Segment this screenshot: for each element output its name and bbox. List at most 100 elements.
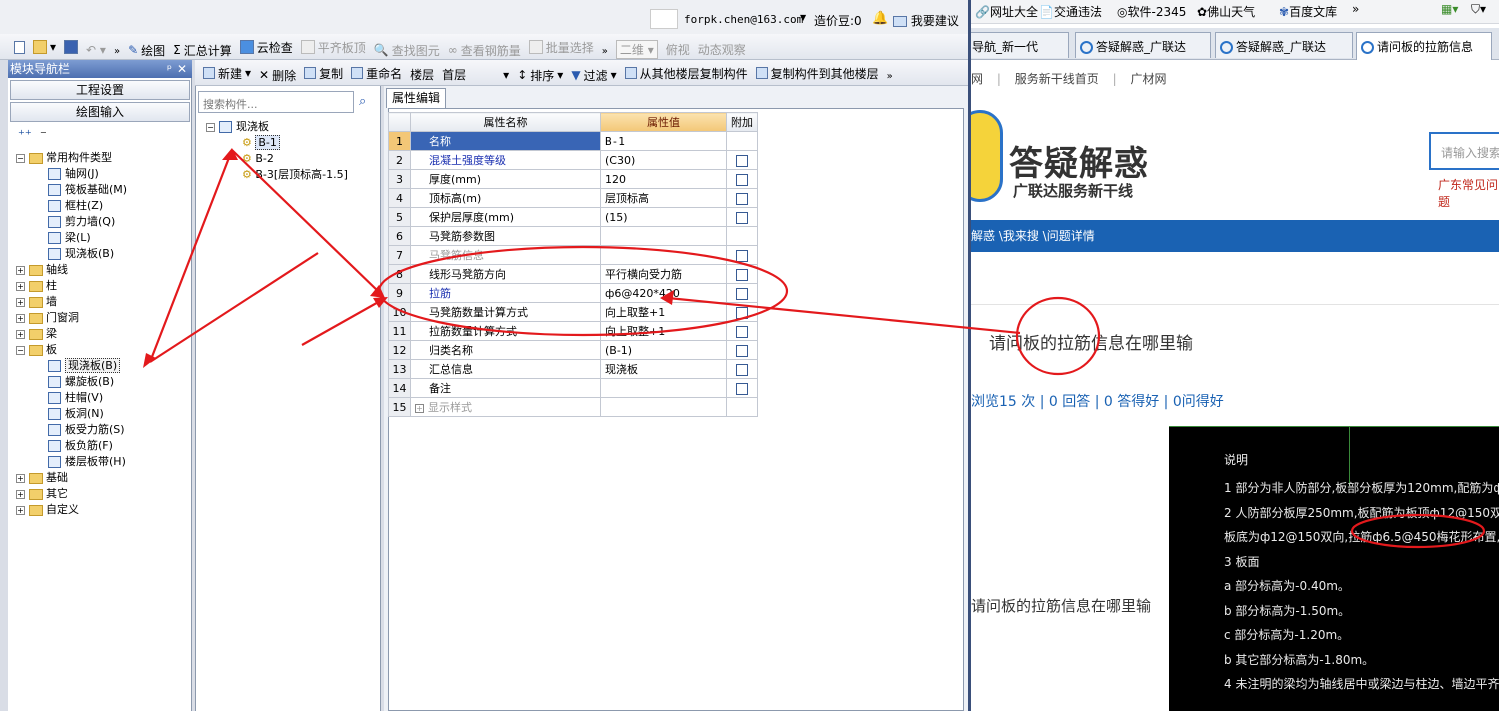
tree-root-slab[interactable]: − 现浇板: [206, 119, 269, 135]
attach-checkbox[interactable]: [736, 211, 748, 224]
copy-to-floor-button[interactable]: 复制构件到其他楼层: [752, 62, 883, 84]
batch-select-button[interactable]: 批量选择: [525, 36, 598, 58]
new-file-button[interactable]: [10, 37, 29, 59]
component-item-b3[interactable]: ⚙ B-3[层顶标高-1.5]: [242, 167, 348, 183]
nav-tree-item[interactable]: + 其它: [16, 486, 68, 502]
nav-tree-item[interactable]: + 轴线: [16, 262, 68, 278]
fav-item-sites[interactable]: 🔗网址大全: [975, 3, 1038, 20]
nav-tree-item[interactable]: 螺旋板(B): [48, 374, 114, 390]
floor-select[interactable]: 首层 ▾: [438, 64, 513, 86]
property-row[interactable]: 1 名称 B-1: [388, 131, 758, 151]
property-row[interactable]: 8 线形马凳筋方向 平行横向受力筋: [388, 264, 758, 284]
property-value[interactable]: 层顶标高: [600, 188, 727, 208]
nav-tree-item[interactable]: 剪力墙(Q): [48, 214, 115, 230]
open-file-button[interactable]: ▾: [29, 36, 60, 58]
property-row[interactable]: 6 马凳筋参数图: [388, 226, 758, 246]
property-value[interactable]: (B-1): [600, 340, 727, 360]
search-icon[interactable]: ⌕: [359, 94, 366, 109]
property-value[interactable]: 现浇板: [600, 359, 727, 379]
expand-icon[interactable]: +: [16, 489, 25, 499]
nav-tree-item[interactable]: − 板: [16, 342, 57, 358]
new-component-button[interactable]: 新建 ▾: [199, 62, 255, 84]
suggest-link[interactable]: 我要建议: [893, 12, 959, 29]
pin-icon[interactable]: ᵖ: [167, 60, 172, 78]
delete-button[interactable]: ✕ 删除: [255, 64, 300, 86]
property-row[interactable]: 14 备注: [388, 378, 758, 398]
property-row[interactable]: 15 + 显示样式: [388, 397, 758, 417]
expand-icon[interactable]: +: [415, 403, 424, 413]
property-value[interactable]: (15): [600, 207, 727, 227]
expand-icon[interactable]: +: [16, 473, 25, 483]
shield-icon[interactable]: ⛉▾: [1471, 2, 1486, 17]
find-element-button[interactable]: 🔍 查找图元: [370, 39, 444, 61]
property-row[interactable]: 5 保护层厚度(mm) (15): [388, 207, 758, 227]
copy-button[interactable]: 复制: [300, 62, 347, 84]
browser-tab-2[interactable]: 答疑解惑_广联达: [1075, 32, 1211, 58]
apps-icon[interactable]: ▦▾: [1441, 2, 1458, 16]
nav-tree-item[interactable]: 现浇板(B): [48, 246, 114, 262]
property-value[interactable]: 向上取整+1: [600, 321, 727, 341]
align-slab-top-button[interactable]: 平齐板顶: [297, 36, 370, 58]
expand-icon[interactable]: +: [16, 281, 25, 291]
attach-checkbox[interactable]: [736, 306, 748, 319]
property-row[interactable]: 9 拉筋 ф6@420*420: [388, 283, 758, 303]
fav-item-traffic[interactable]: 📄交通违法: [1039, 3, 1102, 20]
nav-tree-item[interactable]: 楼层板带(H): [48, 454, 126, 470]
copy-from-floor-button[interactable]: 从其他楼层复制构件: [621, 62, 752, 84]
project-settings-button[interactable]: 工程设置: [10, 80, 190, 100]
top-view-button[interactable]: 俯视: [662, 39, 694, 61]
region-faq-link[interactable]: 广东常见问题: [1438, 176, 1499, 210]
draw-button[interactable]: ✎ 绘图: [124, 39, 169, 61]
expand-icon[interactable]: +: [16, 265, 25, 275]
collapse-icon[interactable]: −: [16, 345, 25, 355]
property-value[interactable]: 向上取整+1: [600, 302, 727, 322]
expand-icon[interactable]: +: [16, 505, 25, 515]
nav-tree-item[interactable]: + 基础: [16, 470, 68, 486]
attach-checkbox[interactable]: [736, 268, 748, 281]
nav-tree-item[interactable]: 板负筋(F): [48, 438, 113, 454]
nav-tree-item[interactable]: 框柱(Z): [48, 198, 103, 214]
fav-item-software[interactable]: ◎软件-2345: [1117, 3, 1186, 20]
user-email[interactable]: forpk.chen@163.com: [684, 13, 803, 26]
browser-tab-3[interactable]: 答疑解惑_广联达: [1215, 32, 1353, 58]
attach-checkbox[interactable]: [736, 325, 748, 338]
nav-tree-item[interactable]: 梁(L): [48, 230, 91, 246]
undo-button[interactable]: ↶ ▾: [82, 39, 110, 61]
property-value[interactable]: 120: [600, 169, 727, 189]
browser-tab-1[interactable]: 导航_新一代: [971, 32, 1069, 58]
attach-checkbox[interactable]: [736, 382, 748, 395]
property-value[interactable]: 平行横向受力筋: [600, 264, 727, 284]
expand-icon[interactable]: +: [16, 297, 25, 307]
site-nav-link[interactable]: 网: [971, 72, 983, 86]
view-rebar-button[interactable]: ∞ 查看钢筋量: [444, 39, 525, 61]
user-dropdown-icon[interactable]: ▼: [800, 13, 806, 22]
collapse-icon[interactable]: −: [206, 122, 215, 132]
attach-checkbox[interactable]: [736, 344, 748, 357]
property-value[interactable]: [600, 245, 727, 265]
nav-tree-item[interactable]: + 门窗洞: [16, 310, 79, 326]
attach-checkbox[interactable]: [736, 192, 748, 205]
fav-overflow-icon[interactable]: »: [1352, 2, 1359, 16]
property-row[interactable]: 3 厚度(mm) 120: [388, 169, 758, 189]
nav-tree-item[interactable]: 板受力筋(S): [48, 422, 125, 438]
browser-tab-active[interactable]: 请问板的拉筋信息: [1356, 32, 1492, 60]
filter-button[interactable]: ▼ 过滤 ▾: [567, 64, 620, 86]
nav-tree-item[interactable]: 现浇板(B): [48, 358, 121, 374]
property-row[interactable]: 4 顶标高(m) 层顶标高: [388, 188, 758, 208]
breadcrumb[interactable]: 解惑 \我来搜 \问题详情: [971, 229, 1095, 243]
toolbar2-overflow[interactable]: »: [883, 66, 897, 88]
save-button[interactable]: [60, 36, 82, 58]
view-2d-select[interactable]: 二维 ▾: [612, 39, 662, 61]
property-value[interactable]: (C30): [600, 150, 727, 170]
nav-tree-item[interactable]: + 梁: [16, 326, 57, 342]
expand-icon[interactable]: +: [16, 313, 25, 323]
summary-calc-button[interactable]: Σ 汇总计算: [169, 39, 236, 61]
nav-tree-item[interactable]: − 常用构件类型: [16, 150, 112, 166]
cloud-check-button[interactable]: 云检查: [236, 36, 297, 58]
attach-checkbox[interactable]: [736, 154, 748, 167]
site-nav-link[interactable]: 服务新干线首页: [1015, 72, 1099, 86]
dynamic-view-button[interactable]: 动态观察: [694, 39, 750, 61]
component-item-b1[interactable]: ⚙ B-1: [242, 135, 280, 151]
property-value[interactable]: [600, 226, 727, 246]
nav-tree-item[interactable]: + 自定义: [16, 502, 79, 518]
